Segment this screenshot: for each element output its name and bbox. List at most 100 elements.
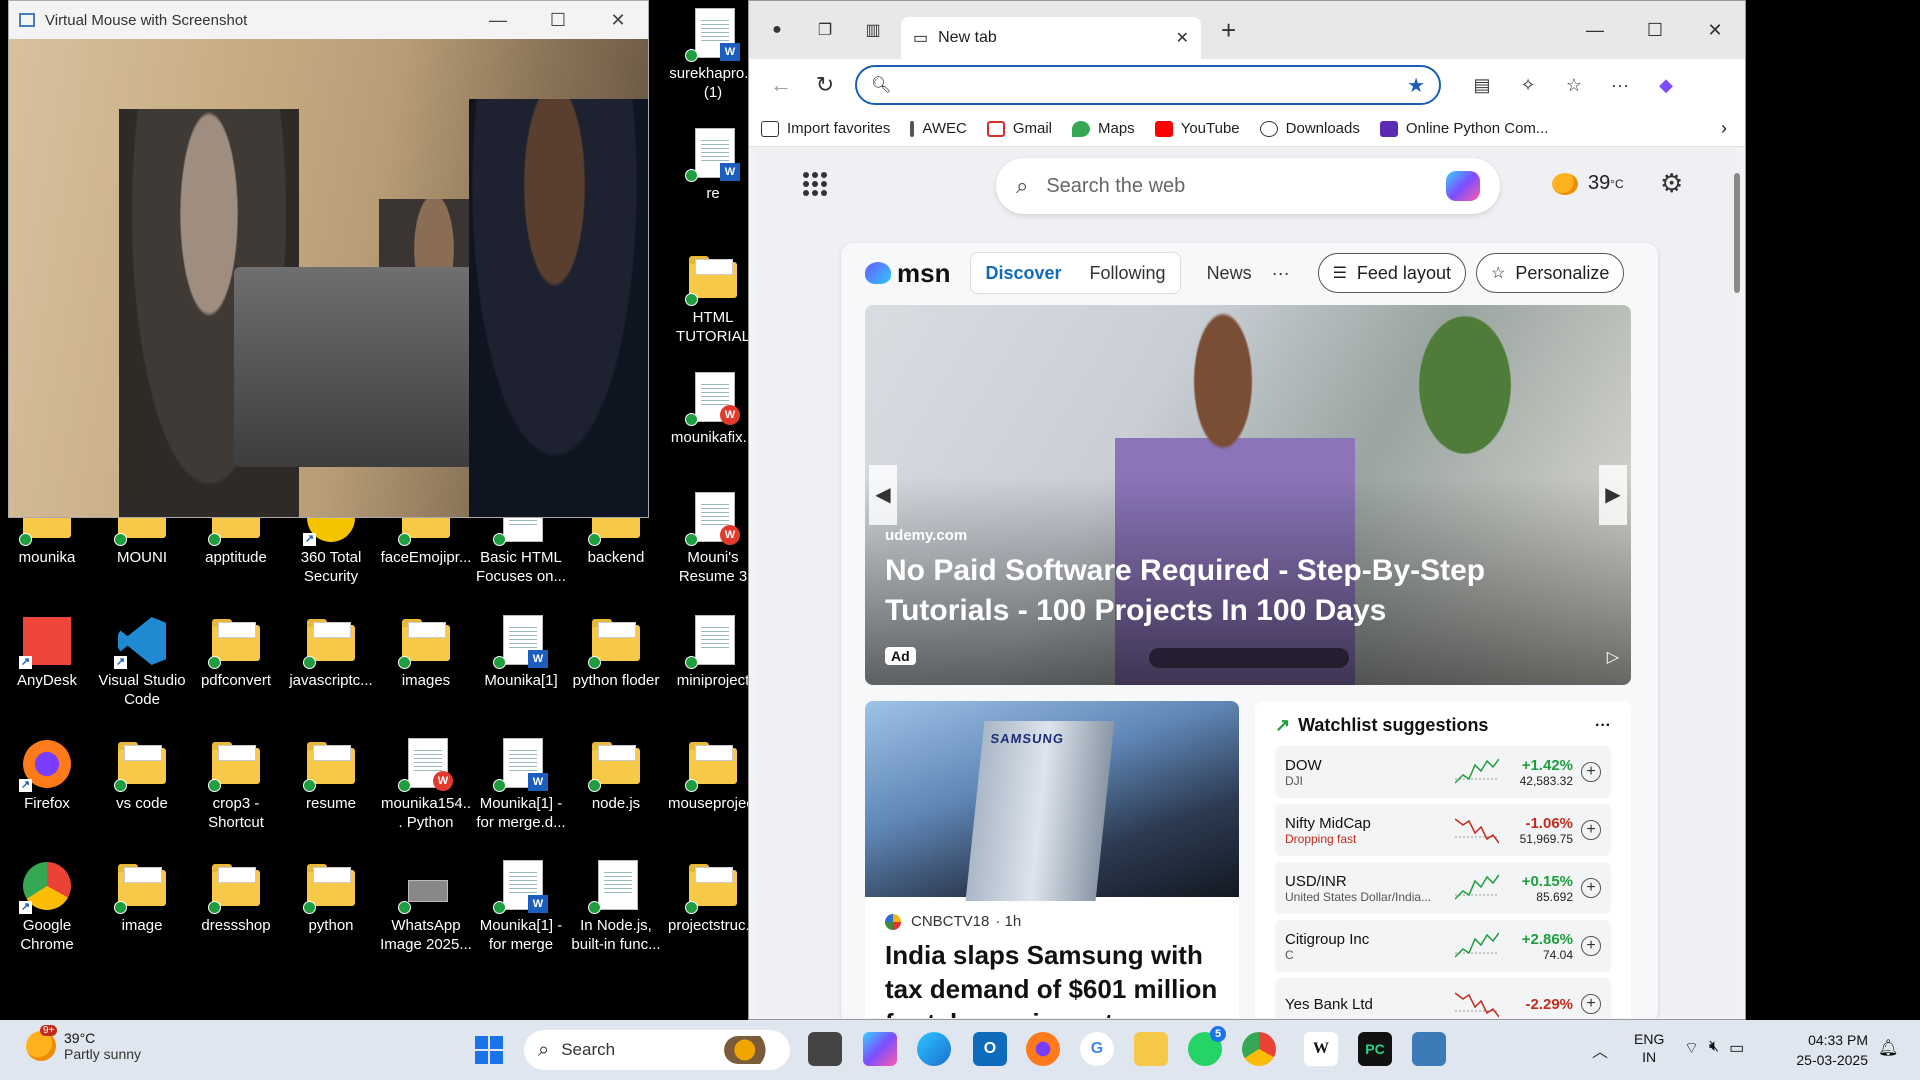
copilot-icon[interactable]	[863, 1032, 897, 1066]
desktop-icon[interactable]: python floder	[569, 615, 663, 690]
web-search-box[interactable]: ⌕ Search the web	[996, 158, 1500, 214]
chevron-up-icon[interactable]: ︿	[1592, 1038, 1608, 1062]
carousel-next-icon[interactable]: ▶	[1599, 465, 1627, 525]
file-explorer-icon[interactable]	[1134, 1032, 1168, 1066]
minimize-button[interactable]: —	[468, 10, 528, 31]
watchlist-row[interactable]: Citigroup Inc C +2.86% 74.04 +	[1275, 920, 1611, 972]
desktop-icon[interactable]: python	[284, 860, 378, 935]
tab-following[interactable]: Following	[1076, 263, 1180, 284]
hero-headline[interactable]: No Paid Software Required - Step-By-Step…	[885, 551, 1615, 631]
edge-icon[interactable]	[917, 1032, 951, 1066]
language-indicator[interactable]: ENG IN	[1634, 1030, 1664, 1066]
task-view-icon[interactable]	[808, 1032, 842, 1066]
profile-icon[interactable]: ●	[757, 15, 797, 45]
carousel-prev-icon[interactable]: ◀	[869, 465, 897, 525]
more-options-icon[interactable]: ···	[1272, 263, 1290, 284]
watchlist-row[interactable]: Yes Bank Ltd -2.29% +	[1275, 978, 1611, 1018]
feed-layout-button[interactable]: ☰ Feed layout	[1317, 253, 1466, 293]
personalize-button[interactable]: ☆ Personalize	[1475, 253, 1625, 293]
desktop-icon[interactable]: node.js	[569, 738, 663, 813]
desktop-icon[interactable]: mouseproject	[666, 738, 760, 813]
tab-discover[interactable]: Discover	[971, 263, 1075, 284]
desktop-icon[interactable]: Wre	[666, 128, 760, 203]
more-options-icon[interactable]: ···	[1595, 717, 1611, 735]
google-icon[interactable]: G	[1080, 1032, 1114, 1066]
desktop-icon[interactable]: images	[379, 615, 473, 690]
desktop-icon[interactable]: pdfconvert	[189, 615, 283, 690]
desktop-icon[interactable]: W Mounika[1] - for merge	[474, 860, 568, 954]
vertical-tabs-icon[interactable]: ▥	[853, 15, 893, 45]
start-button[interactable]	[475, 1036, 503, 1064]
tab-close-icon[interactable]: ✕	[1176, 28, 1189, 48]
edge-browser-window[interactable]: ● ❐ ▥ ▭ New tab ✕ + — ☐ ✕ ← ↻ 🔍︎ ★ ▤ ✧ ☆…	[748, 0, 1746, 1020]
desktop-icon[interactable]: WhatsApp Image 2025...	[379, 860, 473, 954]
desktop-icon[interactable]: W Mounika[1]	[474, 615, 568, 690]
desktop-icon[interactable]: Wsurekhapro... (1)	[666, 8, 760, 102]
scrollbar[interactable]	[1731, 151, 1743, 1013]
system-tray[interactable]: ⌔ 🔇︎ ▭	[1684, 1038, 1744, 1058]
copilot-icon[interactable]	[1446, 171, 1480, 201]
fav-gmail[interactable]: Gmail	[986, 120, 1052, 137]
desktop-icon[interactable]: ↗ AnyDesk	[0, 615, 94, 690]
desktop-icon[interactable]: crop3 - Shortcut	[189, 738, 283, 832]
add-to-watchlist-icon[interactable]: +	[1581, 762, 1601, 782]
fav-downloads[interactable]: Downloads	[1259, 120, 1360, 137]
desktop-icon[interactable]: miniproject	[666, 615, 760, 690]
workspaces-icon[interactable]: ❐	[805, 15, 845, 45]
maximize-button[interactable]: ☐	[528, 10, 588, 31]
address-input[interactable]	[901, 76, 1408, 94]
adchoices-icon[interactable]: ▷	[1607, 647, 1619, 667]
window-titlebar[interactable]: Virtual Mouse with Screenshot — ☐ ✕	[9, 1, 648, 39]
tab-new-tab[interactable]: ▭ New tab ✕	[901, 17, 1201, 59]
clock[interactable]: 04:33 PM 25-03-2025	[1782, 1030, 1868, 1070]
add-to-watchlist-icon[interactable]: +	[1581, 936, 1601, 956]
desktop-icon[interactable]: HTML TUTORIAL	[666, 252, 760, 346]
copilot-icon[interactable]: ◆	[1643, 75, 1689, 96]
desktop-icon[interactable]: projectstruc...	[666, 860, 760, 935]
notification-icon[interactable]: 🔔︎	[1878, 1038, 1898, 1058]
app-launcher-icon[interactable]	[803, 172, 827, 196]
virtual-mouse-window[interactable]: Virtual Mouse with Screenshot — ☐ ✕	[8, 0, 649, 518]
minimize-button[interactable]: —	[1565, 20, 1625, 41]
add-to-watchlist-icon[interactable]: +	[1581, 994, 1601, 1014]
outlook-icon[interactable]: O	[973, 1032, 1007, 1066]
whatsapp-icon[interactable]: 5	[1188, 1026, 1226, 1066]
pycharm-icon[interactable]: PC	[1358, 1032, 1392, 1066]
taskbar-weather[interactable]: 9+ 39°C Partly sunny	[26, 1025, 141, 1062]
close-button[interactable]: ✕	[1685, 20, 1745, 41]
desktop-icon[interactable]: ↗ Visual Studio Code	[95, 615, 189, 709]
desktop-icon[interactable]: Wmounikafix...	[666, 372, 760, 447]
python-app-icon[interactable]	[1412, 1032, 1446, 1066]
msn-logo[interactable]: msn	[865, 258, 950, 289]
gear-icon[interactable]: ⚙	[1660, 168, 1683, 199]
maximize-button[interactable]: ☐	[1625, 20, 1685, 41]
desktop-icon[interactable]: javascriptc...	[284, 615, 378, 690]
watchlist-row[interactable]: USD/INR United States Dollar/India... +0.1…	[1275, 862, 1611, 914]
weather-widget[interactable]: 39 °C	[1552, 172, 1624, 195]
desktop-icon[interactable]: W Mouni's Resume 3	[666, 492, 760, 586]
desktop-icon[interactable]: In Node.js, built-in func...	[569, 860, 663, 954]
add-to-watchlist-icon[interactable]: +	[1581, 820, 1601, 840]
watchlist-row[interactable]: Nifty MidCap Dropping fast -1.06% 51,969.75…	[1275, 804, 1611, 856]
refresh-icon[interactable]: ↻	[803, 72, 847, 98]
fav-maps[interactable]: Maps	[1072, 120, 1135, 137]
fav-online-python[interactable]: Online Python Com...	[1379, 120, 1548, 137]
news-link[interactable]: News	[1207, 263, 1252, 284]
taskbar-search[interactable]: ⌕ Search	[524, 1030, 790, 1070]
desktop-icon[interactable]: W Mounika[1] - for merge.d...	[474, 738, 568, 832]
back-icon[interactable]: ←	[759, 72, 803, 98]
new-tab-button[interactable]: +	[1221, 15, 1236, 46]
fav-youtube[interactable]: YouTube	[1154, 120, 1240, 137]
desktop-icon[interactable]: Wmounika154... Python	[379, 738, 473, 832]
wikipedia-icon[interactable]: W	[1304, 1032, 1338, 1066]
favorite-star-icon[interactable]: ★	[1407, 73, 1425, 98]
chrome-icon[interactable]	[1242, 1032, 1276, 1066]
favorites-icon[interactable]: ☆	[1551, 75, 1597, 96]
desktop-icon[interactable]: dressshop	[189, 860, 283, 935]
close-button[interactable]: ✕	[588, 10, 648, 31]
fav-import-favorites[interactable]: Import favorites	[761, 120, 890, 137]
address-bar[interactable]: 🔍︎ ★	[855, 65, 1441, 105]
fav-awec[interactable]: AWEC	[910, 120, 967, 137]
extensions-icon[interactable]: ✧	[1505, 75, 1551, 96]
desktop-icon[interactable]: ↗ Google Chrome	[0, 860, 94, 954]
